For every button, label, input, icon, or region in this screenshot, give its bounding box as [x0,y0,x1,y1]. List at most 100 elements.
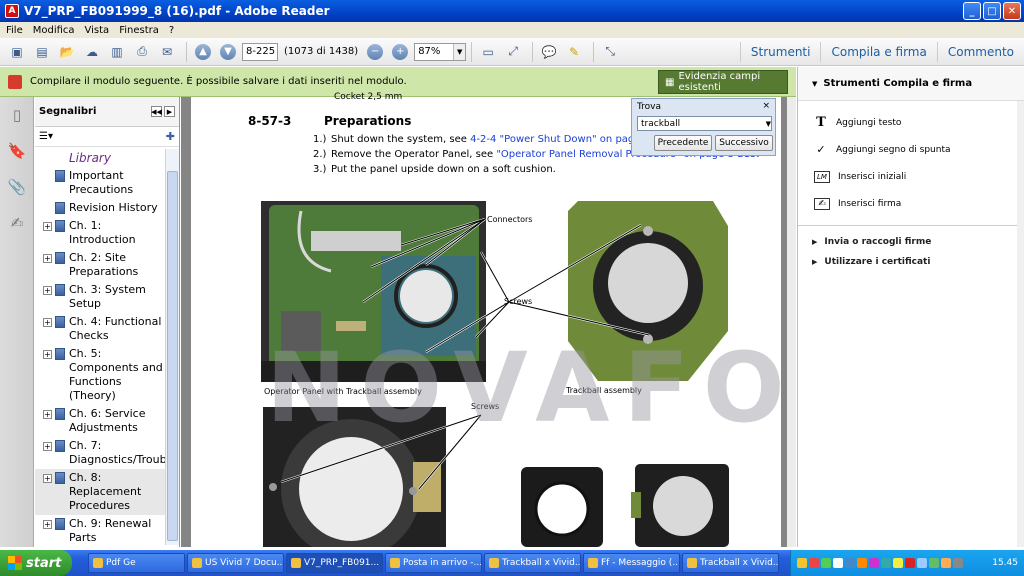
taskbar-button[interactable]: Pdf Ge [88,553,185,573]
collapse-panel-icon[interactable]: ◀◀ [151,106,162,117]
taskbar-button[interactable]: V7_PRP_FB091... [286,553,383,573]
taskbar-button[interactable]: Ff - Messaggio (... [583,553,680,573]
find-close-icon[interactable]: × [762,101,770,111]
bookmark-item[interactable]: Library [35,149,165,167]
bookmark-item[interactable]: + Ch. 3: System Setup [35,281,165,313]
adobe-reader-icon: A [5,4,19,18]
find-input[interactable]: trackball ▼ [637,116,772,131]
expand-icon[interactable]: + [43,318,52,327]
bookmark-item[interactable]: + Ch. 6: Service Adjustments [35,405,165,437]
expand-icon[interactable]: + [43,410,52,419]
save-icon[interactable]: ▥ [106,42,128,62]
document-scrollbar[interactable] [787,97,796,547]
next-page-icon[interactable]: ▼ [217,42,239,62]
tray-icon[interactable] [917,558,927,568]
cloud-icon[interactable]: ☁ [81,42,103,62]
taskbar-button[interactable]: Trackball x Vivid... [682,553,779,573]
create-icon[interactable]: ▤ [31,42,53,62]
add-text-tool[interactable]: T Aggiungi testo [798,109,1024,136]
bookmark-item[interactable]: + Ch. 5: Components and Functions (Theory… [35,345,165,405]
zoom-in-icon[interactable]: + [389,42,411,62]
tray-icon[interactable] [809,558,819,568]
taskbar-button[interactable]: Trackball x Vivid... [484,553,581,573]
tray-icon[interactable] [857,558,867,568]
zoom-out-icon[interactable]: − [364,42,386,62]
fill-sign-header-label: Strumenti Compila e firma [823,78,973,89]
fill-sign-link[interactable]: Compila e firma [820,42,936,62]
page-number-input[interactable]: 8-225 [242,42,278,61]
highlight-fields-button[interactable]: ▦ Evidenzia campi esistenti [658,70,788,94]
find-next-button[interactable]: Successivo [715,135,773,151]
zoom-select[interactable]: 87% ▼ [414,42,467,61]
open-icon[interactable]: 📂 [56,42,78,62]
tray-icon[interactable] [941,558,951,568]
menu-window[interactable]: Finestra [119,25,159,36]
scrollbar-thumb[interactable] [167,171,178,541]
expand-icon[interactable]: + [43,222,52,231]
bookmark-item[interactable]: + Ch. 2: Site Preparations [35,249,165,281]
find-previous-button[interactable]: Precedente [654,135,712,151]
taskbar-button[interactable]: US Vivid 7 Docu... [187,553,284,573]
menu-edit[interactable]: Modifica [33,25,75,36]
add-checkmark-tool[interactable]: ✓ Aggiungi segno di spunta [798,136,1024,163]
panel-scrollbar[interactable] [1017,101,1024,547]
tray-icon[interactable] [821,558,831,568]
triangle-right-icon: ▶ [812,238,818,246]
new-bookmark-icon[interactable]: ✚ [166,130,175,143]
expand-icon[interactable]: + [43,350,52,359]
tray-icon[interactable] [833,558,843,568]
create-pdf-icon[interactable]: ▣ [6,42,28,62]
bookmark-item[interactable]: + Ch. 9: Renewal Parts [35,515,165,545]
previous-page-icon[interactable]: ▲ [192,42,214,62]
bookmark-item[interactable]: + Ch. 8: Replacement Procedures [35,469,165,515]
expand-panel-icon[interactable]: ▶ [164,106,175,117]
menu-file[interactable]: File [6,25,23,36]
bookmark-item[interactable]: Important Precautions [35,167,165,199]
tray-icon[interactable] [953,558,963,568]
tray-icon[interactable] [929,558,939,568]
expand-icon[interactable]: + [43,286,52,295]
taskbar-button[interactable]: Posta in arrivo -... [385,553,482,573]
send-signatures-section[interactable]: ▶ Invia o raccogli firme [798,232,1024,252]
bookmarks-scrollbar[interactable] [165,149,179,545]
close-button[interactable]: ✕ [1003,2,1021,20]
page-thumbnails-icon[interactable]: ▯ [5,103,29,127]
expand-icon[interactable]: ⤡ [599,42,621,62]
add-initials-tool[interactable]: LM Inserisci iniziali [798,163,1024,190]
tray-icon[interactable] [797,558,807,568]
bookmark-item[interactable]: + Ch. 1: Introduction [35,217,165,249]
tools-link[interactable]: Strumenti [739,42,821,62]
tray-icon[interactable] [869,558,879,568]
bookmarks-icon[interactable]: 🔖 [5,139,29,163]
bookmark-item[interactable]: + Ch. 4: Functional Checks [35,313,165,345]
start-button[interactable]: start [0,550,72,576]
expand-icon[interactable]: + [43,442,52,451]
attachments-icon[interactable]: 📎 [5,175,29,199]
bookmark-item[interactable]: Revision History [35,199,165,217]
comment-link[interactable]: Commento [936,42,1024,62]
print-icon[interactable]: ⎙ [131,42,153,62]
maximize-button[interactable]: □ [983,2,1001,20]
email-icon[interactable]: ✉ [156,42,178,62]
fit-width-icon[interactable]: ⤢ [502,42,524,62]
fit-page-icon[interactable]: ▭ [477,42,499,62]
tray-icon[interactable] [845,558,855,568]
expand-icon[interactable]: + [43,254,52,263]
tray-icon[interactable] [881,558,891,568]
bookmark-icon [55,472,65,484]
add-signature-tool[interactable]: ✍ Inserisci firma [798,190,1024,217]
expand-icon[interactable]: + [43,474,52,483]
menu-view[interactable]: Vista [85,25,110,36]
certificates-section[interactable]: ▶ Utilizzare i certificati [798,252,1024,272]
signatures-icon[interactable]: ✍ [5,211,29,235]
expand-icon[interactable]: + [43,520,52,529]
fill-sign-header[interactable]: ▼ Strumenti Compila e firma [798,67,1024,101]
minimize-button[interactable]: _ [963,2,981,20]
menu-help[interactable]: ? [169,25,174,36]
bookmark-item[interactable]: + Ch. 7: Diagnostics/Troubleshooting [35,437,165,469]
options-icon[interactable]: ☰▾ [39,131,53,142]
highlight-icon[interactable]: ✎ [563,42,585,62]
tray-icon[interactable] [893,558,903,568]
comment-icon[interactable]: 💬 [538,42,560,62]
tray-icon[interactable] [905,558,915,568]
